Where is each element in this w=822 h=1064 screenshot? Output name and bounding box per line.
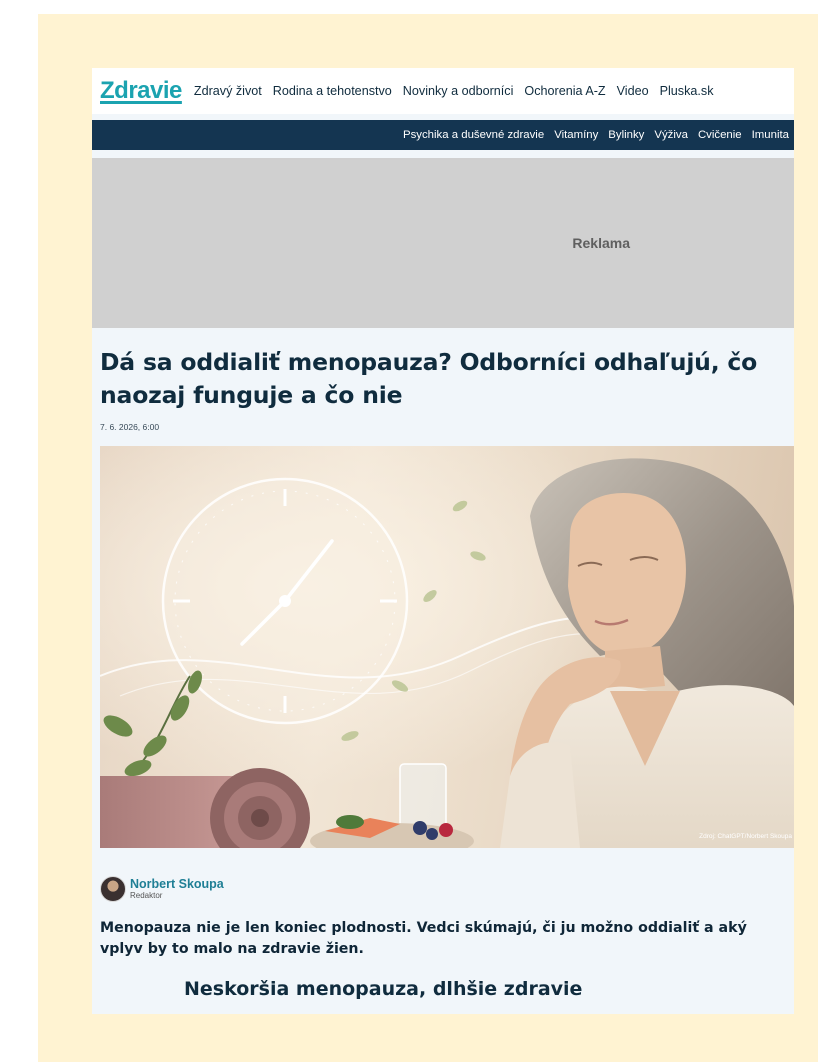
ad-banner[interactable]: Reklama [92,158,794,328]
category-psychika[interactable]: Psychika a duševné zdravie [403,129,544,141]
article-date: 7. 6. 2026, 6:00 [100,422,160,432]
category-vyziva[interactable]: Výživa [654,129,688,141]
image-credit: Zdroj: ChatGPT/Norbert Skoupa [699,833,792,840]
author-role: Redaktor [130,890,163,900]
top-navigation: Zdravie Zdravý život Rodina a tehotenstv… [92,68,794,114]
top-links: Zdravý život Rodina a tehotenstvo Novink… [194,84,714,98]
category-bylinky[interactable]: Bylinky [608,129,644,141]
hero-image: Zdroj: ChatGPT/Norbert Skoupa [100,446,794,848]
category-imunita[interactable]: Imunita [752,129,789,141]
site-logo[interactable]: Zdravie [100,77,182,105]
category-navigation: Psychika a duševné zdravie Vitamíny Byli… [92,120,794,150]
article-title: Dá sa oddialiť menopauza? Odborníci odha… [100,348,758,409]
nav-video[interactable]: Video [617,84,649,98]
author-name-link[interactable]: Norbert Skoupa [130,877,224,891]
nav-ochorenia[interactable]: Ochorenia A-Z [524,84,605,98]
nav-rodina-tehotenstvo[interactable]: Rodina a tehotenstvo [273,84,392,98]
article-page: Zdravie Zdravý život Rodina a tehotenstv… [92,68,794,1014]
author-avatar[interactable] [100,876,126,902]
author-block: Norbert Skoupa Redaktor [100,876,794,902]
nav-novinky-odbornici[interactable]: Novinky a odborníci [403,84,514,98]
article-subheading: Neskoršia menopauza, dlhšie zdravie [184,978,583,1000]
illustration-woman-clock-icon [100,446,794,848]
category-cvicenie[interactable]: Cvičenie [698,129,742,141]
article-lead: Menopauza nie je len koniec plodnosti. V… [100,920,747,957]
nav-zdravy-zivot[interactable]: Zdravý život [194,84,262,98]
category-vitaminy[interactable]: Vitamíny [554,129,598,141]
ad-label: Reklama [572,235,630,251]
nav-pluska[interactable]: Pluska.sk [660,84,714,98]
